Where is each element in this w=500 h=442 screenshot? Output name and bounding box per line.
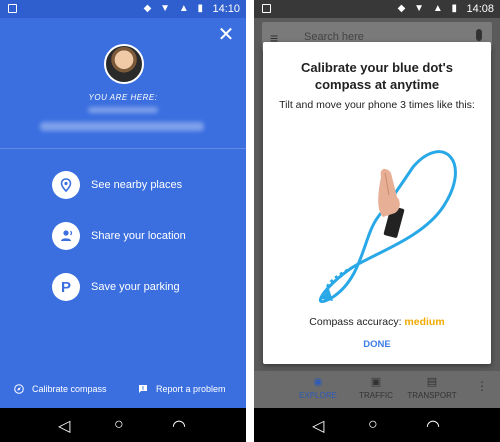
calibrate-compass-dialog: Calibrate your blue dot's compass at any… bbox=[263, 42, 491, 364]
see-nearby-places-button[interactable]: See nearby places bbox=[52, 170, 182, 200]
feedback-icon bbox=[138, 384, 148, 394]
tab-traffic-label: TRAFFIC bbox=[359, 391, 393, 400]
done-button[interactable]: DONE bbox=[263, 339, 491, 350]
status-bar: ◆ ▼ ▲ ▮ 14:10 bbox=[0, 0, 246, 18]
status-bar: ◆ ▼ ▲ ▮ 14:08 bbox=[254, 0, 500, 18]
save-parking-button[interactable]: P Save your parking bbox=[52, 272, 180, 302]
calibrate-compass-label: Calibrate compass bbox=[32, 384, 107, 394]
dialog-title: Calibrate your blue dot's compass at any… bbox=[301, 60, 453, 92]
android-nav-bar: ◁ ○ ◠ bbox=[254, 408, 500, 442]
more-options-icon[interactable]: ⋮ bbox=[476, 379, 488, 393]
image-notification-icon bbox=[262, 4, 271, 13]
avatar bbox=[104, 44, 144, 84]
microphone-icon[interactable] bbox=[476, 29, 482, 41]
tab-explore[interactable]: ◉ EXPLORE bbox=[288, 375, 348, 400]
calibrate-compass-button[interactable]: Calibrate compass bbox=[14, 384, 107, 394]
share-location-label: Share your location bbox=[91, 230, 186, 242]
status-icons: ◆ ▼ ▲ ▮ bbox=[143, 3, 206, 14]
left-footer: Calibrate compass Report a problem bbox=[0, 376, 246, 406]
parking-icon: P bbox=[52, 273, 80, 301]
figure-eight-illustration bbox=[319, 150, 457, 303]
status-time: 14:08 bbox=[466, 3, 494, 15]
recents-icon[interactable]: ◠ bbox=[172, 416, 186, 436]
explore-pin-icon: ◉ bbox=[313, 376, 323, 388]
close-icon[interactable]: ✕ bbox=[216, 25, 236, 45]
image-notification-icon bbox=[8, 4, 17, 13]
back-icon[interactable]: ◁ bbox=[312, 416, 324, 436]
status-icons: ◆ ▼ ▲ ▮ bbox=[397, 3, 460, 14]
accuracy-value: medium bbox=[404, 316, 445, 328]
divider bbox=[0, 148, 246, 149]
compass-icon bbox=[14, 384, 24, 394]
tab-transport[interactable]: ▤ TRANSPORT bbox=[402, 375, 462, 400]
report-problem-label: Report a problem bbox=[156, 384, 226, 394]
android-nav-bar: ◁ ○ ◠ bbox=[0, 408, 246, 442]
home-icon[interactable]: ○ bbox=[114, 416, 124, 434]
blurred-address-line bbox=[88, 107, 158, 113]
recents-icon[interactable]: ◠ bbox=[426, 416, 440, 436]
location-pin-icon bbox=[52, 171, 80, 199]
bus-icon: ▤ bbox=[426, 376, 438, 388]
save-parking-label: Save your parking bbox=[91, 281, 180, 293]
back-icon[interactable]: ◁ bbox=[58, 416, 70, 436]
see-nearby-places-label: See nearby places bbox=[91, 179, 183, 191]
bottom-tabs: ◉ EXPLORE ▣ TRAFFIC ▤ TRANSPORT ⋮ bbox=[254, 371, 500, 408]
dialog-instruction: Tilt and move your phone 3 times like th… bbox=[279, 99, 475, 111]
home-icon[interactable]: ○ bbox=[368, 416, 378, 434]
left-phone-screen: ◆ ▼ ▲ ▮ 14:10 ✕ YOU ARE HERE: See nearby… bbox=[0, 0, 246, 442]
tab-traffic[interactable]: ▣ TRAFFIC bbox=[346, 375, 406, 400]
share-location-button[interactable]: Share your location bbox=[52, 221, 186, 251]
blurred-address-line bbox=[40, 122, 204, 131]
tab-explore-label: EXPLORE bbox=[299, 391, 337, 400]
tab-transport-label: TRANSPORT bbox=[407, 391, 457, 400]
report-problem-button[interactable]: Report a problem bbox=[138, 384, 226, 394]
car-icon: ▣ bbox=[370, 376, 382, 388]
compass-accuracy: Compass accuracy: medium bbox=[263, 316, 491, 328]
status-time: 14:10 bbox=[212, 3, 240, 15]
person-share-icon bbox=[52, 222, 80, 250]
right-phone-screen: ◆ ▼ ▲ ▮ 14:08 ≡ Search here Calibrate yo… bbox=[254, 0, 500, 442]
you-are-here-label: YOU ARE HERE: bbox=[88, 93, 158, 102]
accuracy-label: Compass accuracy: bbox=[309, 316, 402, 328]
